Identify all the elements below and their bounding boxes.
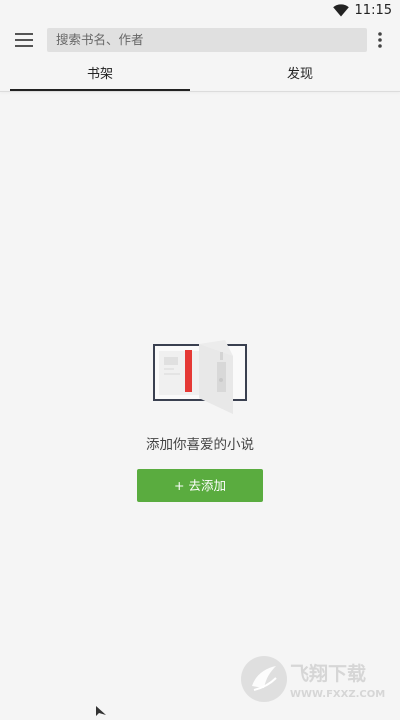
empty-state-message: 添加你喜爱的小说 <box>146 437 254 453</box>
wifi-icon <box>332 2 349 21</box>
add-button-label: + 去添加 <box>174 478 226 493</box>
more-vertical-icon[interactable] <box>370 28 390 52</box>
watermark-url: WWW.FXXZ.COM <box>290 689 385 700</box>
status-bar: 11:15 <box>0 0 400 22</box>
open-book-icon <box>153 340 247 416</box>
watermark-title: 飞翔下载 <box>290 662 366 685</box>
tab-bar: 书架 发现 <box>0 60 400 91</box>
hamburger-menu-icon[interactable] <box>12 28 36 52</box>
watermark-logo: 飞翔下载 WWW.FXXZ.COM <box>240 654 392 704</box>
search-input[interactable]: 搜索书名、作者 <box>47 28 367 52</box>
cursor-arrow-icon <box>95 701 107 716</box>
tab-discover[interactable]: 发现 <box>210 60 390 91</box>
tab-bookshelf[interactable]: 书架 <box>10 60 190 91</box>
status-time: 11:15 <box>354 3 392 18</box>
add-novel-button[interactable]: + 去添加 <box>137 469 263 502</box>
app-bar: 搜索书名、作者 <box>0 22 400 58</box>
tabs-divider <box>0 91 400 92</box>
status-icons: 11:15 <box>332 2 392 21</box>
